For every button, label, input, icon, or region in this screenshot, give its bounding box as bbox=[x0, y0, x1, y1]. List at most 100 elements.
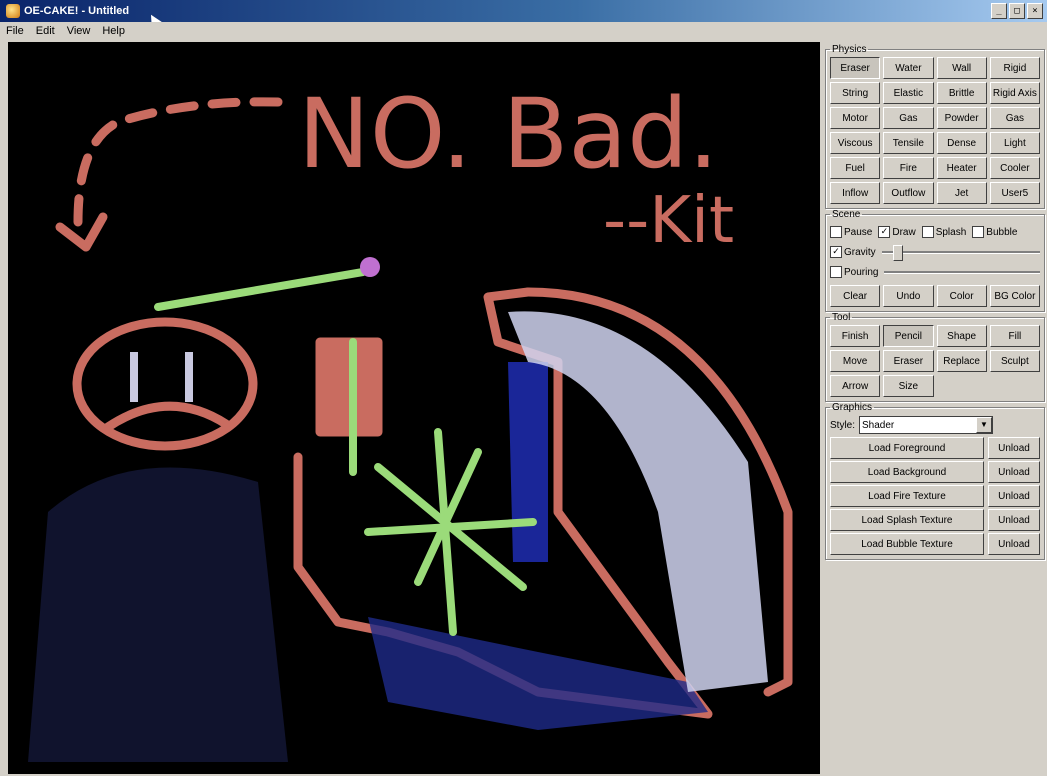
physics-legend: Physics bbox=[832, 44, 867, 55]
unload-fire-texture-button[interactable]: Unload bbox=[988, 485, 1040, 507]
undo-button[interactable]: Undo bbox=[883, 285, 934, 307]
load-splash-texture-button[interactable]: Load Splash Texture bbox=[830, 509, 984, 531]
physics-elastic-button[interactable]: Elastic bbox=[883, 82, 934, 104]
physics-tensile-button[interactable]: Tensile bbox=[883, 132, 934, 154]
tool-size-button[interactable]: Size bbox=[883, 375, 934, 397]
splash-checkbox[interactable]: Splash bbox=[921, 226, 966, 238]
green-rod-stroke bbox=[154, 268, 367, 311]
tool-replace-button[interactable]: Replace bbox=[936, 350, 987, 372]
physics-motor-button[interactable]: Motor bbox=[830, 107, 881, 129]
physics-gas-button[interactable]: Gas bbox=[883, 107, 934, 129]
window-title: OE-CAKE! - Untitled bbox=[24, 5, 130, 17]
graphics-group: Graphics Style: Shader ▼ Load Foreground… bbox=[825, 402, 1045, 560]
unload-splash-texture-button[interactable]: Unload bbox=[988, 509, 1040, 531]
dashed-arrow-stroke bbox=[73, 97, 283, 227]
pouring-box bbox=[830, 266, 842, 278]
face-right-eye bbox=[185, 352, 193, 402]
gravity-checkbox[interactable]: ✓ Gravity bbox=[830, 246, 876, 258]
tool-shape-button[interactable]: Shape bbox=[936, 325, 987, 347]
physics-wall-button[interactable]: Wall bbox=[936, 57, 987, 79]
gravity-slider[interactable] bbox=[881, 245, 1040, 261]
canvas-text-main: NO. Bad. bbox=[298, 78, 719, 190]
unload-bubble-texture-button[interactable]: Unload bbox=[988, 533, 1040, 555]
splash-box bbox=[921, 226, 934, 238]
tool-arrow-button[interactable]: Arrow bbox=[830, 375, 881, 397]
tool-finish-button[interactable]: Finish bbox=[830, 325, 881, 347]
texture-loaders: Load Foreground Unload Load Background Unlo… bbox=[830, 437, 1040, 555]
pause-box bbox=[830, 226, 842, 238]
tool-pencil-button[interactable]: Pencil bbox=[883, 325, 934, 347]
physics-water-button[interactable]: Water bbox=[883, 57, 934, 79]
scene-checks: Pause ✓ Draw Splash Bubble bbox=[830, 222, 1040, 242]
draw-label: Draw bbox=[892, 226, 916, 238]
physics-buttons: Eraser Water Wall Rigid String Elastic Brittle… bbox=[830, 57, 1040, 204]
water-left-fill bbox=[28, 467, 288, 762]
tool-eraser-button[interactable]: Eraser bbox=[883, 350, 934, 372]
physics-cooler-button[interactable]: Cooler bbox=[989, 157, 1040, 179]
water-column-fill bbox=[508, 362, 548, 562]
draw-box: ✓ bbox=[878, 226, 891, 238]
pouring-label: Pouring bbox=[844, 266, 879, 278]
gravity-row: ✓ Gravity bbox=[830, 242, 1040, 262]
purple-blob bbox=[360, 257, 380, 277]
physics-fire-button[interactable]: Fire bbox=[883, 157, 934, 179]
physics-heater-button[interactable]: Heater bbox=[936, 157, 987, 179]
menu-edit[interactable]: Edit bbox=[30, 25, 61, 37]
maximize-button[interactable]: □ bbox=[1009, 3, 1025, 19]
close-button[interactable]: × bbox=[1027, 3, 1043, 19]
physics-eraser-button[interactable]: Eraser bbox=[830, 57, 881, 79]
tool-fill-button[interactable]: Fill bbox=[989, 325, 1040, 347]
pouring-checkbox[interactable]: Pouring bbox=[830, 266, 878, 278]
physics-powder-button[interactable]: Powder bbox=[936, 107, 987, 129]
unload-background-button[interactable]: Unload bbox=[988, 461, 1040, 483]
physics-user5-button[interactable]: User5 bbox=[989, 182, 1040, 204]
menu-help[interactable]: Help bbox=[96, 25, 131, 37]
clear-button[interactable]: Clear bbox=[830, 285, 881, 307]
minimize-button[interactable]: _ bbox=[991, 3, 1007, 19]
pause-label: Pause bbox=[844, 226, 873, 238]
bg-color-button[interactable]: BG Color bbox=[989, 285, 1040, 307]
pouring-slider[interactable] bbox=[884, 265, 1040, 279]
tool-buttons: Finish Pencil Shape Fill Move Eraser Replace Sc… bbox=[830, 325, 1040, 397]
tool-group: Tool Finish Pencil Shape Fill Move Eraser Repl… bbox=[825, 312, 1045, 402]
style-value: Shader bbox=[862, 419, 895, 431]
physics-outflow-button[interactable]: Outflow bbox=[883, 182, 934, 204]
simulation-canvas[interactable]: NO. Bad. --Kit bbox=[8, 42, 820, 774]
scene-group: Scene Pause ✓ Draw Splash Bubble ✓ Gravity… bbox=[825, 209, 1045, 312]
graphics-legend: Graphics bbox=[832, 402, 873, 413]
bubble-checkbox[interactable]: Bubble bbox=[972, 226, 1017, 238]
physics-rigid-axis-button[interactable]: Rigid Axis bbox=[989, 82, 1040, 104]
physics-gas-button[interactable]: Gas bbox=[989, 107, 1040, 129]
physics-light-button[interactable]: Light bbox=[989, 132, 1040, 154]
tool-sculpt-button[interactable]: Sculpt bbox=[989, 350, 1040, 372]
color-button[interactable]: Color bbox=[936, 285, 987, 307]
menu-bar: File Edit View Help bbox=[0, 22, 1047, 40]
physics-fuel-button[interactable]: Fuel bbox=[830, 157, 881, 179]
pause-checkbox[interactable]: Pause bbox=[830, 226, 872, 238]
physics-brittle-button[interactable]: Brittle bbox=[936, 82, 987, 104]
physics-string-button[interactable]: String bbox=[830, 82, 881, 104]
water-pool-fill bbox=[368, 617, 708, 730]
load-foreground-button[interactable]: Load Foreground bbox=[830, 437, 984, 459]
chevron-down-icon[interactable]: ▼ bbox=[976, 417, 993, 433]
frown-stroke bbox=[103, 401, 231, 432]
unload-foreground-button[interactable]: Unload bbox=[988, 437, 1040, 459]
bubble-box bbox=[972, 226, 985, 238]
tool-move-button[interactable]: Move bbox=[830, 350, 881, 372]
physics-viscous-button[interactable]: Viscous bbox=[830, 132, 881, 154]
physics-dense-button[interactable]: Dense bbox=[936, 132, 987, 154]
load-bubble-texture-button[interactable]: Load Bubble Texture bbox=[830, 533, 984, 555]
bubble-label: Bubble bbox=[986, 226, 1018, 238]
menu-view[interactable]: View bbox=[61, 25, 97, 37]
physics-jet-button[interactable]: Jet bbox=[936, 182, 987, 204]
physics-inflow-button[interactable]: Inflow bbox=[830, 182, 881, 204]
style-select[interactable]: Shader ▼ bbox=[859, 416, 994, 434]
gravity-slider-thumb[interactable] bbox=[892, 245, 903, 261]
load-fire-texture-button[interactable]: Load Fire Texture bbox=[830, 485, 984, 507]
load-background-button[interactable]: Load Background bbox=[830, 461, 984, 483]
physics-group: Physics Eraser Water Wall Rigid String Elasti… bbox=[825, 44, 1045, 209]
menu-file[interactable]: File bbox=[0, 25, 30, 37]
gravity-box: ✓ bbox=[830, 246, 842, 258]
draw-checkbox[interactable]: ✓ Draw bbox=[878, 226, 916, 238]
physics-rigid-button[interactable]: Rigid bbox=[989, 57, 1040, 79]
